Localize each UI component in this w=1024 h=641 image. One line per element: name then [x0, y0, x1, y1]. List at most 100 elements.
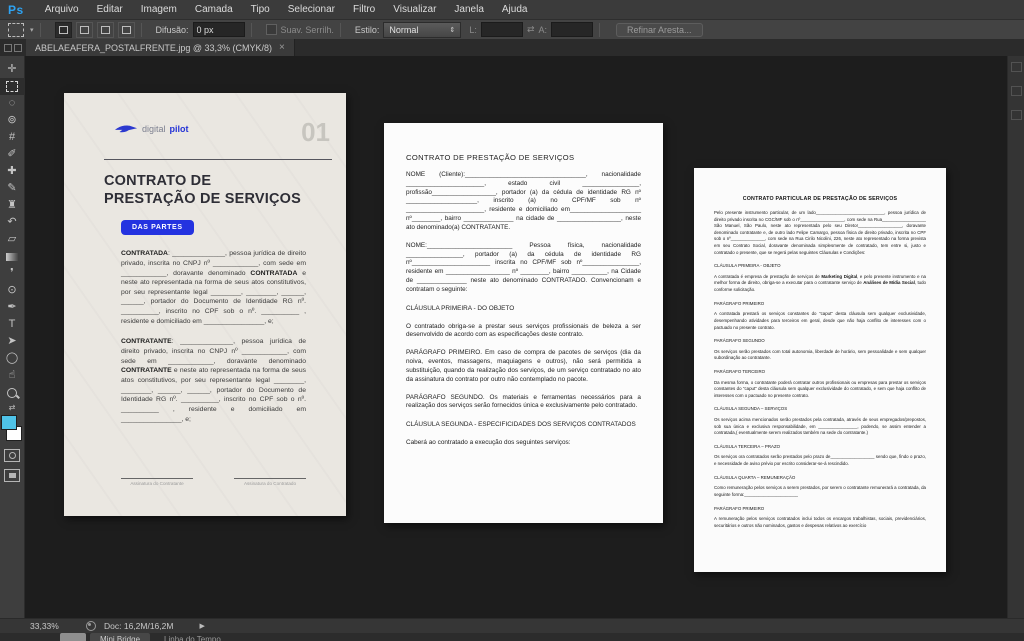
bold-word: CONTRATADA — [250, 270, 297, 277]
tab-mini-bridge[interactable]: Mini Bridge — [90, 633, 150, 641]
refine-edge-button[interactable]: Refinar Aresta... — [616, 23, 703, 37]
panel-mini-icon — [14, 44, 22, 52]
paragraph: PARÁGRAFO SEGUNDO. Os materiais e ferram… — [406, 394, 641, 412]
menu-imagem[interactable]: Imagem — [132, 0, 186, 19]
type-tool[interactable]: T — [0, 316, 25, 333]
dodge-tool[interactable]: ⊙ — [0, 282, 25, 299]
clone-stamp-icon: ♜ — [7, 200, 17, 211]
divider — [40, 23, 41, 37]
crop-icon: # — [9, 132, 15, 143]
ellipse-shape-tool[interactable]: ◯ — [0, 350, 25, 367]
bold-lead: CONTRATADA — [121, 250, 168, 257]
close-icon[interactable]: × — [279, 42, 285, 53]
arrange-documents-icons[interactable] — [0, 39, 26, 56]
path-selection-tool[interactable]: ➤ — [0, 333, 25, 350]
menu-filtro[interactable]: Filtro — [344, 0, 384, 19]
height-input[interactable] — [551, 22, 593, 37]
panel-icon[interactable] — [1011, 110, 1022, 120]
panel-icon[interactable] — [1011, 86, 1022, 96]
add-to-selection-button[interactable] — [76, 22, 93, 38]
menu-janela[interactable]: Janela — [445, 0, 492, 19]
antialias-label: Suav. Serrilh. — [281, 25, 334, 35]
swap-colors-button[interactable]: ⇄ — [9, 401, 16, 413]
signature-contratado: Assinatura do Contratado — [234, 478, 306, 486]
pen-tool[interactable]: ✒ — [0, 299, 25, 316]
color-swatches — [1, 415, 23, 441]
history-brush-tool[interactable]: ↶ — [0, 214, 25, 231]
paragraph: Os serviços acima mencionados serão pres… — [714, 417, 926, 437]
pen-icon: ✒ — [7, 302, 16, 313]
contratada-paragraph: CONTRATADA: ______________, pessoa juríd… — [121, 249, 306, 326]
zoom-tool[interactable] — [0, 384, 25, 401]
signature-contratante: Assinatura do Contratante — [121, 478, 193, 486]
blur-drop-icon: ❜ — [10, 268, 14, 279]
healing-brush-tool[interactable]: ✚ — [0, 163, 25, 180]
link-dimensions-icon[interactable]: ⇄ — [527, 24, 535, 35]
screen-mode-icon — [9, 473, 16, 478]
paragraph: Como remuneração pelos serviços a serem … — [714, 485, 926, 498]
clause-heading: CLÁUSULA PRIMEIRA - DO OBJETO — [406, 305, 641, 314]
feather-input[interactable] — [193, 22, 245, 37]
width-input[interactable] — [481, 22, 523, 37]
eraser-tool[interactable]: ▱ — [0, 231, 25, 248]
paragraph: Da mesma forma, o contratante poderá con… — [714, 380, 926, 400]
menu-ajuda[interactable]: Ajuda — [493, 0, 537, 19]
bold-word: Análises de Mídia Social — [863, 280, 915, 285]
swap-colors-icon: ⇄ — [9, 403, 16, 412]
collapsed-panel-dock[interactable] — [1007, 56, 1024, 618]
clause-heading: PARÁGRAFO PRIMEIRO — [714, 506, 926, 513]
bold-word: CONTRATANTE — [121, 367, 172, 374]
paragraph-text: A contratada é empresa de prestação de s… — [714, 274, 821, 279]
menu-arquivo[interactable]: Arquivo — [36, 0, 88, 19]
foreground-color-swatch[interactable] — [1, 415, 17, 430]
new-selection-button[interactable] — [55, 22, 72, 38]
marquee-preset-icon — [8, 23, 24, 37]
quick-mask-button[interactable] — [4, 449, 20, 462]
contract-title: CONTRATO DE PRESTAÇÃO DE SERVIÇOS — [406, 153, 641, 162]
document-tab[interactable]: ABELAEAFERA_POSTALFRENTE.jpg @ 33,3% (CM… — [26, 39, 295, 56]
contratante-paragraph: CONTRATANTE: ______________, pessoa jurí… — [121, 337, 306, 424]
brand-pilot: pilot — [170, 124, 189, 134]
menu-camada[interactable]: Camada — [186, 0, 242, 19]
status-menu-arrow-icon[interactable]: ▶ — [199, 622, 204, 630]
brush-tool[interactable]: ✎ — [0, 180, 25, 197]
tool-preset-picker[interactable]: ▾ — [8, 23, 34, 37]
crop-tool[interactable]: # — [0, 129, 25, 146]
screen-mode-button[interactable] — [4, 469, 20, 482]
menu-editar[interactable]: Editar — [88, 0, 132, 19]
gradient-tool[interactable] — [0, 248, 25, 265]
paragraph: A remuneração pelos serviços contratados… — [714, 516, 926, 529]
menu-tipo[interactable]: Tipo — [242, 0, 279, 19]
panel-icon[interactable] — [1011, 62, 1022, 72]
eraser-icon: ▱ — [8, 234, 16, 245]
width-label: L: — [469, 25, 477, 35]
style-select[interactable]: Normal ⇕ — [383, 22, 461, 38]
subtract-selection-button[interactable] — [97, 22, 114, 38]
paragraph: PARÁGRAFO PRIMEIRO. Em caso de compra de… — [406, 349, 641, 384]
rectangular-marquee-tool[interactable] — [0, 78, 25, 95]
dodge-icon: ⊙ — [7, 285, 16, 296]
paragraph-text: e neste ato representada na forma de seu… — [121, 270, 306, 325]
clause-heading: CLÁUSULA QUARTA – REMUNERAÇÃO — [714, 475, 926, 482]
canvas-area[interactable]: digitalpilot 01 CONTRATO DE PRESTAÇÃO DE… — [25, 56, 1007, 618]
panel-mini-icon — [4, 44, 12, 52]
move-tool[interactable]: ✛ — [0, 61, 25, 78]
quick-selection-tool[interactable]: ⊚ — [0, 112, 25, 129]
antialias-checkbox[interactable] — [266, 24, 277, 35]
status-circle-icon — [86, 621, 96, 631]
blur-tool[interactable]: ❜ — [0, 265, 25, 282]
feather-label: Difusão: — [156, 25, 189, 35]
tab-linha-do-tempo[interactable]: Linha do Tempo — [154, 633, 231, 641]
menu-visualizar[interactable]: Visualizar — [384, 0, 445, 19]
paragraph: Caberá ao contratado a execução dos segu… — [406, 439, 641, 448]
paragraph-text: e neste ato representada na forma de seu… — [121, 367, 306, 422]
zoom-level-field[interactable]: 33,33% — [30, 621, 64, 631]
menu-selecionar[interactable]: Selecionar — [279, 0, 344, 19]
eyedropper-tool[interactable]: ✐ — [0, 146, 25, 163]
lasso-tool[interactable]: ◌ — [0, 95, 25, 112]
intersect-selection-button[interactable] — [118, 22, 135, 38]
clone-stamp-tool[interactable]: ♜ — [0, 197, 25, 214]
document-tab-bar: ABELAEAFERA_POSTALFRENTE.jpg @ 33,3% (CM… — [0, 39, 1024, 56]
mini-bridge-launch-button[interactable] — [60, 633, 86, 641]
hand-tool[interactable]: ☝ — [0, 367, 25, 384]
